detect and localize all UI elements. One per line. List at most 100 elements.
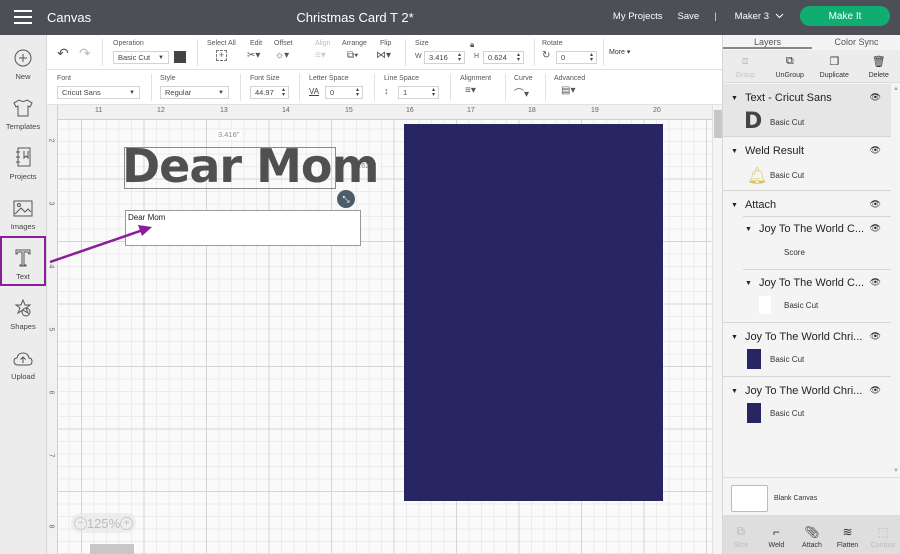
nav-text[interactable]: Text: [0, 236, 46, 286]
delete-button[interactable]: 🗑︎ Delete: [857, 50, 900, 82]
slice-button[interactable]: ⧉ Slice: [723, 515, 759, 554]
eye-icon[interactable]: 👁︎: [870, 277, 881, 288]
ungroup-label: UnGroup: [775, 72, 804, 79]
layer-item[interactable]: ▼ Joy To The World Chri... 👁︎ Basic Cut: [723, 324, 891, 377]
ruler-label: 3: [47, 201, 55, 206]
zoom-in-button[interactable]: +: [120, 516, 133, 530]
letter-space-value: 0: [330, 88, 335, 97]
undo-icon[interactable]: ↶: [57, 45, 69, 62]
nav-upload[interactable]: Upload: [2, 338, 44, 384]
blank-canvas-label: Blank Canvas: [774, 495, 818, 502]
style-label: Style: [160, 75, 176, 82]
group-button[interactable]: ⧈ Group: [723, 50, 768, 82]
rotate-icon[interactable]: ↻: [542, 50, 550, 61]
eye-icon[interactable]: 👁︎: [870, 385, 881, 396]
more-button[interactable]: More ▾: [609, 48, 630, 56]
top-bar: Canvas Christmas Card T 2* My Projects S…: [0, 0, 900, 35]
layer-title: Joy To The World Chri...: [744, 331, 863, 343]
nav-images[interactable]: Images: [2, 188, 44, 234]
make-it-button[interactable]: Make It: [800, 6, 890, 26]
my-projects-link[interactable]: My Projects: [613, 11, 663, 22]
arrange-icon[interactable]: ⧉▾: [347, 50, 358, 61]
select-all-icon[interactable]: +: [216, 50, 227, 61]
letter-space-icon: VA: [309, 87, 320, 96]
scroll-up-icon[interactable]: ▲: [893, 86, 899, 92]
layer-group-attach[interactable]: ▼ Attach 👁︎ ▼ Joy To The World C... 👁︎ Sco…: [723, 192, 891, 323]
child-layer-title[interactable]: ▼ Joy To The World C...: [745, 222, 864, 236]
divider: [603, 39, 604, 66]
ruler-label: 7: [47, 453, 55, 458]
group-label: Group: [735, 72, 755, 79]
redo-icon[interactable]: ↷: [79, 45, 91, 62]
ungroup-button[interactable]: ⧉ UnGroup: [768, 50, 813, 82]
collapse-icon[interactable]: ▼: [731, 148, 738, 155]
horizontal-ruler: 11 12 13 14 15 16 17 18 19 20: [47, 105, 712, 120]
tab-layers[interactable]: Layers: [723, 35, 812, 49]
machine-selector[interactable]: Maker 3: [735, 11, 784, 22]
contour-label: Contour: [870, 542, 896, 549]
nav-templates[interactable]: Templates: [2, 88, 44, 134]
collapse-icon[interactable]: ▼: [731, 202, 738, 209]
flatten-button[interactable]: ≋ Flatten: [830, 515, 866, 554]
style-select[interactable]: Regular ▼: [160, 86, 229, 99]
canvas-horizontal-scrollbar-thumb[interactable]: [90, 544, 134, 554]
curve-icon[interactable]: ⌒▾: [514, 85, 529, 100]
canvas-vertical-scrollbar[interactable]: [712, 105, 722, 554]
navy-card-shape[interactable]: [404, 124, 663, 501]
layer-item[interactable]: ▼ Joy To The World Chri... 👁︎ Basic Cut: [723, 378, 891, 431]
collapse-icon[interactable]: ▼: [745, 280, 752, 287]
eye-icon[interactable]: 👁︎: [870, 199, 881, 210]
layer-operation: Score: [784, 248, 805, 257]
line-space-input[interactable]: 1 ▴ ▾: [398, 86, 439, 99]
tab-color-sync[interactable]: Color Sync: [812, 35, 900, 49]
flip-icon[interactable]: ⋈▾: [376, 50, 391, 61]
divider: [240, 74, 241, 101]
align-left-icon[interactable]: ≡▾: [465, 85, 476, 96]
layer-item[interactable]: ▼ Weld Result 👁︎ 🔔︎ Basic Cut: [723, 138, 891, 191]
font-select[interactable]: Cricut Sans ▼: [57, 86, 140, 99]
flatten-icon: ≋: [842, 525, 853, 539]
blank-canvas-swatch[interactable]: [731, 485, 768, 512]
eye-icon[interactable]: 👁︎: [870, 223, 881, 234]
weld-button[interactable]: ⌐ Weld: [759, 515, 795, 554]
eye-icon[interactable]: 👁︎: [870, 92, 881, 103]
duplicate-button[interactable]: ❐ Duplicate: [812, 50, 857, 82]
resize-handle-icon[interactable]: ⤡: [337, 190, 355, 208]
edit-tools-icon[interactable]: ✂▾: [247, 50, 260, 61]
text-edit-box[interactable]: Dear Mom: [125, 210, 361, 246]
eye-icon[interactable]: 👁︎: [870, 331, 881, 342]
divider: [743, 269, 891, 270]
align-icon[interactable]: ≡▾: [315, 50, 326, 61]
eye-icon[interactable]: 👁︎: [870, 145, 881, 156]
lock-icon[interactable]: 🔒︎: [470, 40, 474, 50]
save-link[interactable]: Save: [678, 11, 700, 22]
font-size-input[interactable]: 44.97 ▴ ▾: [250, 86, 289, 99]
operation-color-swatch[interactable]: [174, 51, 186, 63]
ruler-label: 17: [467, 107, 475, 114]
collapse-icon[interactable]: ▼: [731, 334, 738, 341]
offset-icon[interactable]: ☼▾: [275, 50, 289, 61]
nav-new[interactable]: New: [2, 38, 44, 84]
zoom-out-button[interactable]: −: [74, 516, 87, 530]
operation-value: Basic Cut: [118, 53, 151, 62]
height-input[interactable]: 0.624 ▴ ▾: [483, 51, 524, 64]
rotate-input[interactable]: 0 ▴ ▾: [556, 51, 597, 64]
nav-projects[interactable]: Projects: [2, 138, 44, 184]
scrollbar-thumb[interactable]: [714, 110, 722, 138]
nav-shapes[interactable]: Shapes: [2, 288, 44, 334]
collapse-icon[interactable]: ▼: [731, 95, 738, 102]
layers-scrollbar[interactable]: ▲ ▼: [891, 84, 900, 476]
child-layer-title[interactable]: ▼ Joy To The World C...: [745, 276, 864, 290]
collapse-icon[interactable]: ▼: [731, 388, 738, 395]
contour-button[interactable]: ⬚ Contour: [865, 515, 900, 554]
attach-button[interactable]: 📎︎ Attach: [794, 515, 830, 554]
width-input[interactable]: 3.416 ▴ ▾: [424, 51, 465, 64]
scroll-down-icon[interactable]: ▼: [893, 468, 899, 474]
document-title[interactable]: Christmas Card T 2*: [0, 10, 710, 25]
collapse-icon[interactable]: ▼: [745, 226, 752, 233]
operation-select[interactable]: Basic Cut ▼: [113, 51, 169, 64]
advanced-icon[interactable]: ▤▾: [561, 85, 575, 96]
letter-space-input[interactable]: 0 ▴ ▾: [325, 86, 363, 99]
curve-label: Curve: [514, 75, 533, 82]
layer-item[interactable]: ▼ Text - Cricut Sans 👁︎ D Basic Cut: [723, 84, 891, 137]
